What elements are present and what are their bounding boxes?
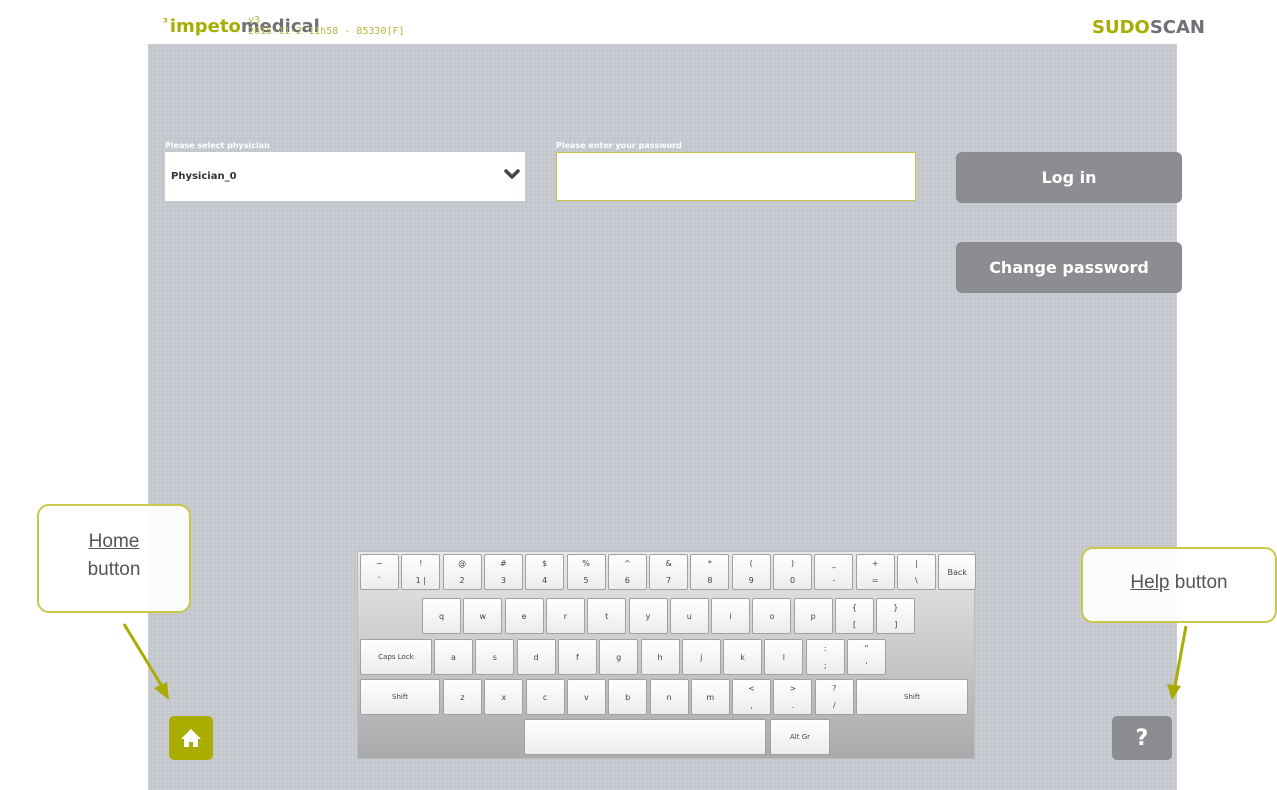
callout-arrows (122, 623, 1188, 700)
home-callout-arrow (122, 623, 169, 700)
help-callout-arrow (1167, 625, 1188, 700)
